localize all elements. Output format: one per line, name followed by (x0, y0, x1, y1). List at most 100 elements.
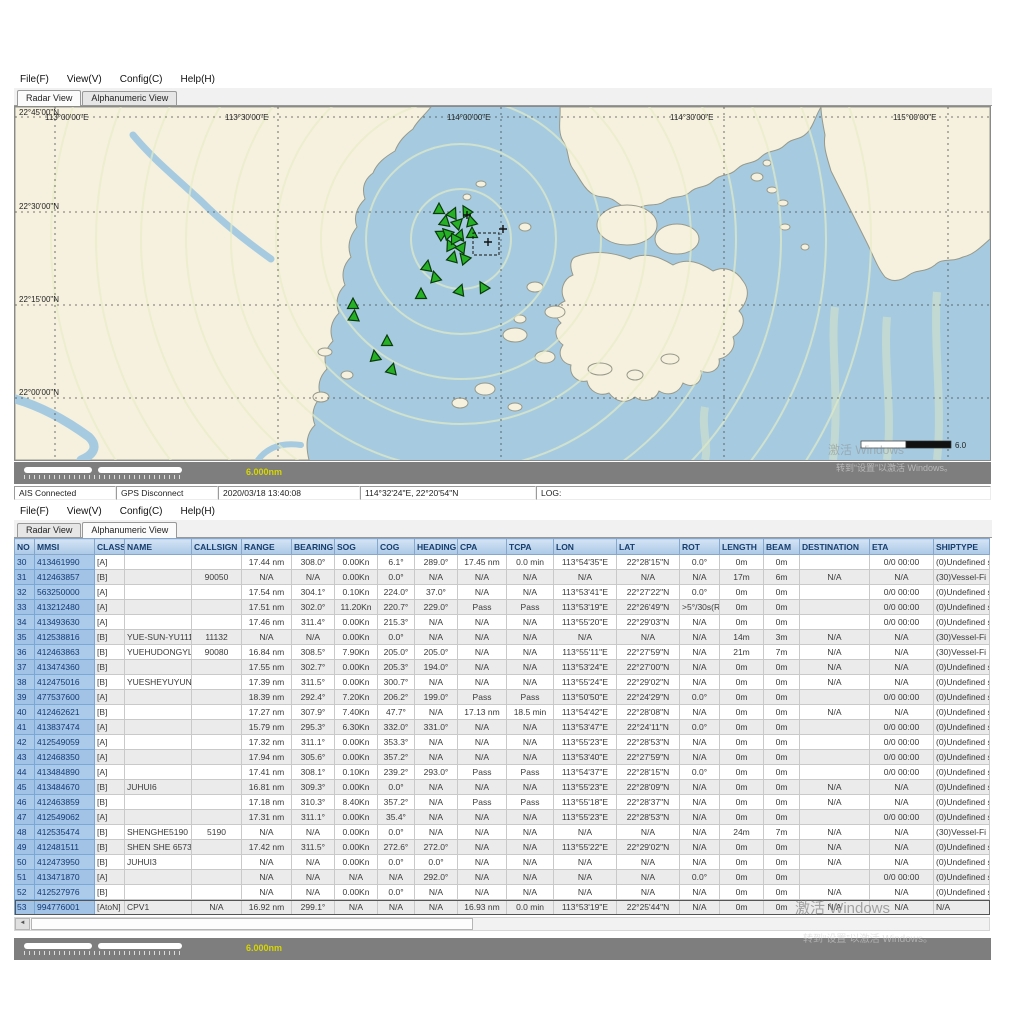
table-row-53[interactable]: 53 994776001 [AtoN] CPV1 N/A 16.92 nm 299.1° N/… (14, 899, 990, 915)
col-shiptype[interactable]: SHIPTYPE (933, 538, 990, 555)
menu-item-filef[interactable]: File(F) (20, 74, 49, 85)
col-length[interactable]: LENGTH (719, 538, 764, 555)
slider-track-left[interactable] (24, 943, 92, 949)
table-row-36[interactable]: 36 412463863 [B] YUEHUDONGYL 90080 16.84 nm 30… (14, 644, 990, 660)
cell-callsign (191, 794, 242, 810)
cell-eta: 0/0 00:00 (869, 614, 934, 630)
table-row-43[interactable]: 43 412468350 [A] 17.94 nm 305.6° 0.00Kn 357.2°… (14, 749, 990, 765)
cell-lat: N/A (616, 824, 680, 840)
table-row-33[interactable]: 33 413212480 [A] 17.51 nm 302.0° 11.20Kn 220.7… (14, 599, 990, 615)
cell-callsign (191, 554, 242, 570)
table-row-31[interactable]: 31 412463857 [B] 90050 N/A N/A 0.00Kn 0.0° N/A N/… (14, 569, 990, 585)
col-sog[interactable]: SOG (334, 538, 378, 555)
cell-cpa: N/A (457, 719, 507, 735)
table-row-38[interactable]: 38 412475016 [B] YUESHEYUYUN 17.39 nm 311.5° 0… (14, 674, 990, 690)
table-row-32[interactable]: 32 563250000 [A] 17.54 nm 304.1° 0.10Kn 224.0°… (14, 584, 990, 600)
cell-tcpa: Pass (506, 599, 554, 615)
cell-cog: 0.0° (377, 629, 415, 645)
table-row-51[interactable]: 51 413471870 [A] N/A N/A N/A N/A 292.0° N/A N/A N/… (14, 869, 990, 885)
col-lat[interactable]: LAT (616, 538, 680, 555)
slider-track-right[interactable] (98, 943, 182, 949)
table-row-49[interactable]: 49 412481511 [B] SHEN SHE 6573 17.42 nm 311.5… (14, 839, 990, 855)
col-rot[interactable]: ROT (679, 538, 720, 555)
table-row-41[interactable]: 41 413837474 [A] 15.79 nm 295.3° 6.30Kn 332.0°… (14, 719, 990, 735)
range-slider-2[interactable] (24, 942, 189, 957)
table-row-35[interactable]: 35 412538816 [B] YUE-SUN-YU111 11132 N/A N/A 0.… (14, 629, 990, 645)
cell-bearing: N/A (291, 629, 335, 645)
tab-alphanumeric-view[interactable]: Alphanumeric View (82, 522, 178, 538)
col-cpa[interactable]: CPA (457, 538, 507, 555)
table-row-50[interactable]: 50 412473950 [B] JUHUI3 N/A N/A 0.00Kn 0.0° 0.0°… (14, 854, 990, 870)
col-mmsi[interactable]: MMSI (34, 538, 95, 555)
cell-sog: 7.90Kn (334, 644, 378, 660)
table-row-30[interactable]: 30 413461990 [A] 17.44 nm 308.0° 0.00Kn 6.1° 28… (14, 554, 990, 570)
table-row-47[interactable]: 47 412549062 [A] 17.31 nm 311.1° 0.00Kn 35.4° N… (14, 809, 990, 825)
slider-track-left[interactable] (24, 467, 92, 473)
col-no[interactable]: NO (14, 538, 35, 555)
table-row-40[interactable]: 40 412462621 [B] 17.27 nm 307.9° 7.40Kn 47.7° N… (14, 704, 990, 720)
table-horizontal-scrollbar[interactable]: ◄ (14, 917, 990, 931)
cell-mmsi: 413474360 (34, 659, 95, 675)
table-row-34[interactable]: 34 413493630 [A] 17.46 nm 311.4° 0.00Kn 215.3°… (14, 614, 990, 630)
table-row-48[interactable]: 48 412535474 [B] SHENGHE5190 5190 N/A N/A 0.00K… (14, 824, 990, 840)
cell-name: YUESHEYUYUN (124, 674, 192, 690)
table-row-46[interactable]: 46 412463859 [B] 17.18 nm 310.3° 8.40Kn 357.2°… (14, 794, 990, 810)
radar-map[interactable]: 113°00'00"E 113°30'00"E 114°00'00"E 114°30'… (14, 106, 991, 461)
cell-eta: 0/0 00:00 (869, 554, 934, 570)
tab-alphanumeric-view[interactable]: Alphanumeric View (82, 91, 178, 105)
col-heading[interactable]: HEADING (414, 538, 458, 555)
cell-cpa: Pass (457, 764, 507, 780)
col-range[interactable]: RANGE (241, 538, 292, 555)
cell-lon: 113°54'35"E (553, 554, 617, 570)
col-bearing[interactable]: BEARING (291, 538, 335, 555)
table-row-39[interactable]: 39 477537600 [A] 18.39 nm 292.4° 7.20Kn 206.2°… (14, 689, 990, 705)
cell-bearing: 308.5° (291, 644, 335, 660)
tab-radar-view[interactable]: Radar View (17, 90, 82, 106)
menu-item-filef[interactable]: File(F) (20, 506, 49, 517)
col-class[interactable]: CLASS (94, 538, 125, 555)
range-slider[interactable] (24, 466, 189, 481)
col-name[interactable]: NAME (124, 538, 192, 555)
col-destination[interactable]: DESTINATION (799, 538, 870, 555)
cell-heading: N/A (414, 899, 458, 915)
col-tcpa[interactable]: TCPA (506, 538, 554, 555)
cell-cpa: N/A (457, 749, 507, 765)
table-row-44[interactable]: 44 413484890 [A] 17.41 nm 308.1° 0.10Kn 239.2°… (14, 764, 990, 780)
cell-sog: N/A (334, 869, 378, 885)
col-beam[interactable]: BEAM (763, 538, 800, 555)
menu-item-helph[interactable]: Help(H) (181, 74, 215, 85)
col-eta[interactable]: ETA (869, 538, 934, 555)
table-row-52[interactable]: 52 412527976 [B] N/A N/A 0.00Kn 0.0° N/A N/A N/A N… (14, 884, 990, 900)
cell-tcpa: Pass (506, 689, 554, 705)
menu-item-configc[interactable]: Config(C) (120, 74, 163, 85)
cell-cpa: Pass (457, 599, 507, 615)
tab-radar-view[interactable]: Radar View (17, 523, 82, 537)
table-row-37[interactable]: 37 413474360 [B] 17.55 nm 302.7° 0.00Kn 205.3°… (14, 659, 990, 675)
cell-lat: 22°28'53"N (616, 734, 680, 750)
cell-bearing: 308.1° (291, 764, 335, 780)
col-callsign[interactable]: CALLSIGN (191, 538, 242, 555)
menu-item-configc[interactable]: Config(C) (120, 506, 163, 517)
scroll-left-button[interactable]: ◄ (15, 918, 30, 930)
cell-range: 17.18 nm (241, 794, 292, 810)
cell-lat: 22°25'44"N (616, 899, 680, 915)
slider-track-right[interactable] (98, 467, 182, 473)
cell-no: 44 (14, 764, 35, 780)
menu-item-helph[interactable]: Help(H) (181, 506, 215, 517)
cell-lat: 22°29'02"N (616, 839, 680, 855)
menu-item-viewv[interactable]: View(V) (67, 74, 102, 85)
col-lon[interactable]: LON (553, 538, 617, 555)
table-row-42[interactable]: 42 412549059 [A] 17.32 nm 311.1° 0.00Kn 353.3°… (14, 734, 990, 750)
cell-heading: N/A (414, 614, 458, 630)
cell-destination: N/A (799, 884, 870, 900)
cell-bearing: 292.4° (291, 689, 335, 705)
lon-label: 115°00'00"E (893, 113, 936, 122)
status-field-4: LOG: (536, 486, 991, 500)
col-cog[interactable]: COG (377, 538, 415, 555)
cell-length: 0m (719, 734, 764, 750)
scrollbar-thumb[interactable] (31, 918, 473, 930)
menu-item-viewv[interactable]: View(V) (67, 506, 102, 517)
table-row-45[interactable]: 45 413484670 [B] JUHUI6 16.81 nm 309.3° 0.00Kn… (14, 779, 990, 795)
cell-length: 0m (719, 884, 764, 900)
cell-lat: 22°24'11"N (616, 719, 680, 735)
